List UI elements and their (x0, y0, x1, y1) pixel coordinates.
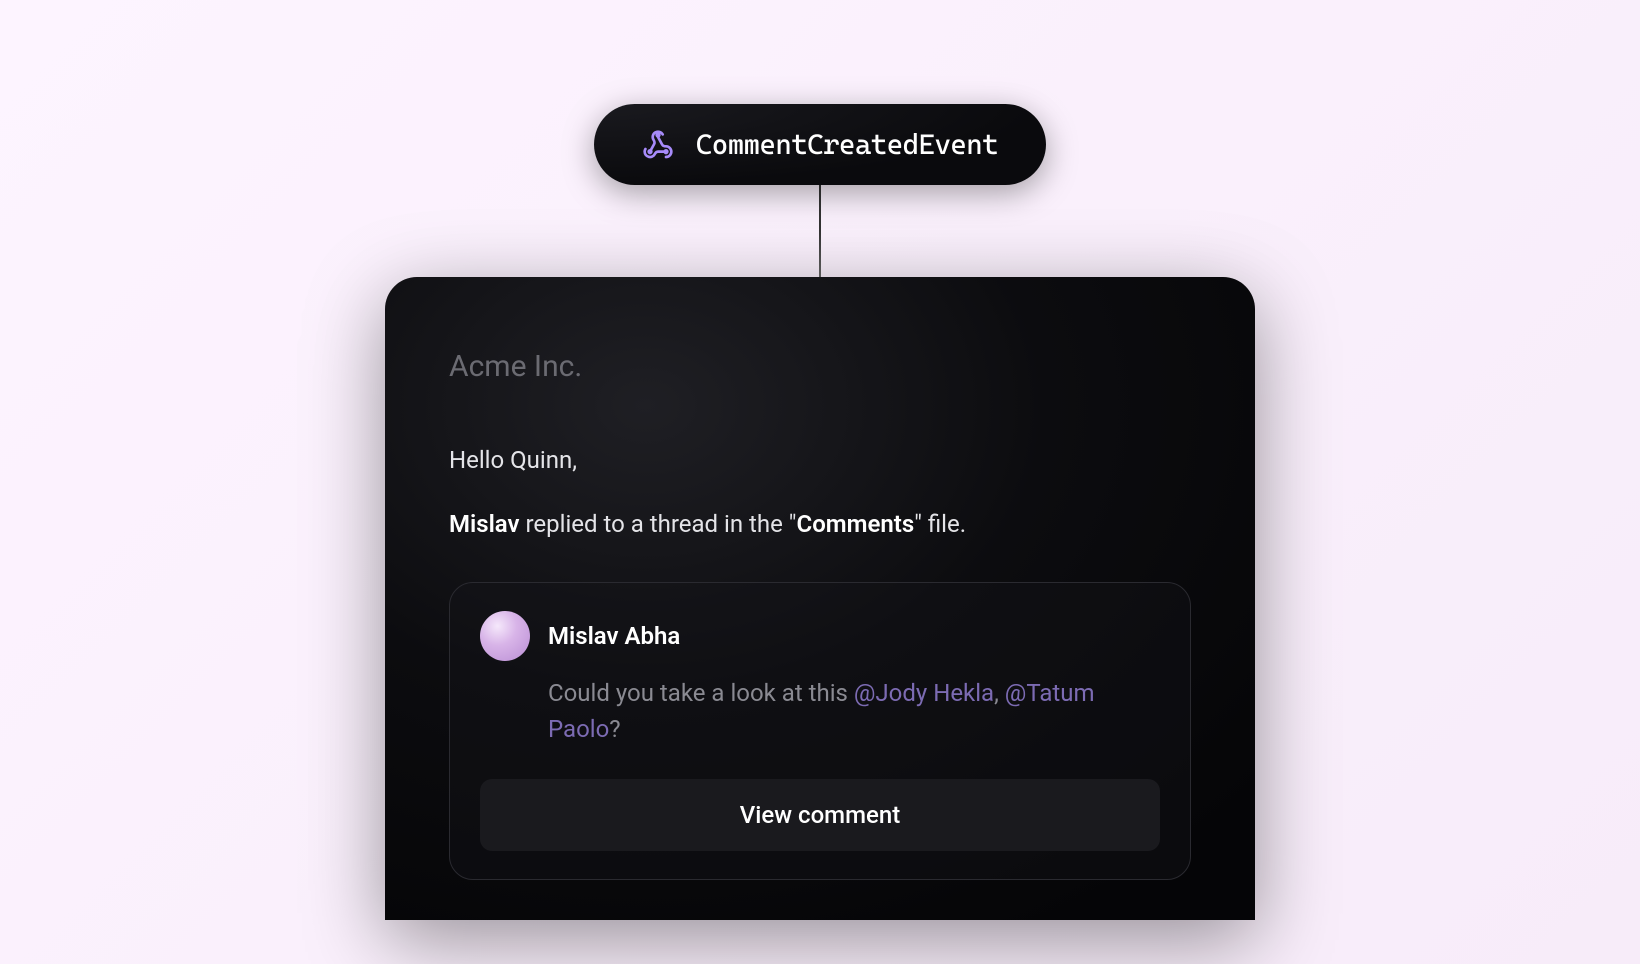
comment-header: Mislav Abha (480, 611, 1160, 661)
comment-body: Could you take a look at this @Jody Hekl… (548, 675, 1160, 747)
activity-file: Comments (797, 510, 915, 538)
comment-separator: , (994, 679, 1005, 707)
event-pill: CommentCreatedEvent (594, 104, 1046, 185)
event-name: CommentCreatedEvent (696, 128, 998, 161)
company-name: Acme Inc. (449, 349, 1191, 384)
avatar (480, 611, 530, 661)
comment-text-suffix: ? (609, 715, 620, 743)
activity-actor: Mislav (449, 510, 520, 538)
commenter-name: Mislav Abha (548, 622, 680, 650)
activity-suffix: " file. (914, 510, 966, 538)
activity-description: Mislav replied to a thread in the "Comme… (449, 510, 1191, 538)
comment-text-prefix: Could you take a look at this (548, 679, 854, 707)
email-greeting: Hello Quinn, (449, 446, 1191, 474)
view-comment-button[interactable]: View comment (480, 779, 1160, 851)
email-notification-card: Acme Inc. Hello Quinn, Mislav replied to… (385, 277, 1255, 920)
activity-middle: replied to a thread in the " (520, 510, 797, 538)
webhook-icon (642, 129, 674, 161)
comment-preview-box: Mislav Abha Could you take a look at thi… (449, 582, 1191, 880)
connector-line (819, 185, 821, 277)
mention-user-1[interactable]: @Jody Hekla (854, 679, 994, 707)
